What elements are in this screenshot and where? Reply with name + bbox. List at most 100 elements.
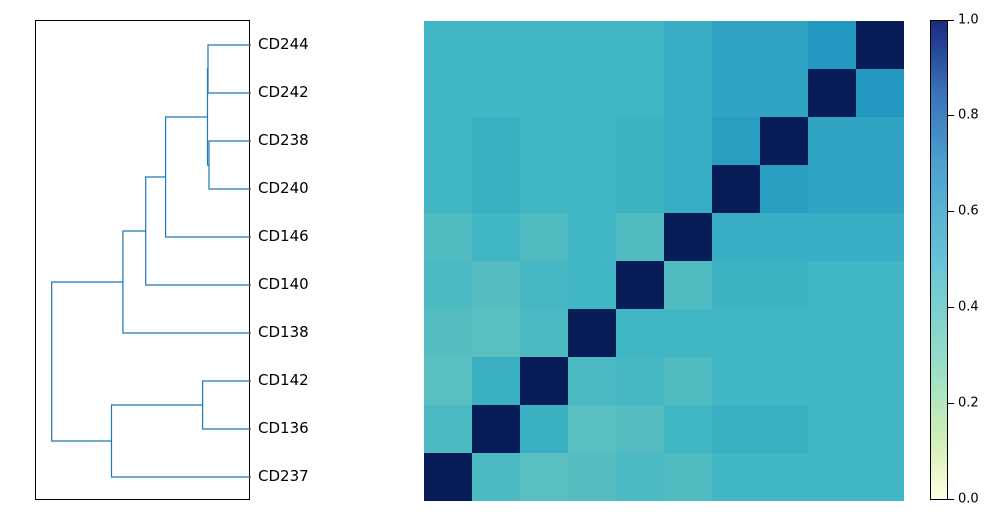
heatmap-cell	[712, 357, 760, 405]
heatmap-cell	[664, 309, 712, 357]
heatmap-cell	[424, 309, 472, 357]
heatmap-cell	[616, 453, 664, 501]
heatmap-cell	[616, 21, 664, 69]
heatmap-cell	[856, 21, 904, 69]
heatmap-cell	[520, 213, 568, 261]
heatmap-cell	[856, 117, 904, 165]
dendrogram-frame	[35, 20, 250, 500]
heatmap-cell	[808, 309, 856, 357]
heatmap-cell	[472, 165, 520, 213]
heatmap-cell	[760, 453, 808, 501]
heatmap-cell	[520, 21, 568, 69]
heatmap-cell	[424, 117, 472, 165]
heatmap-cell	[424, 21, 472, 69]
heatmap-cell	[424, 213, 472, 261]
heatmap-row	[424, 309, 902, 357]
heatmap-cell	[712, 69, 760, 117]
heatmap-cell	[712, 21, 760, 69]
colorbar-tick-label: 0.6	[958, 204, 979, 219]
heatmap-cell	[808, 165, 856, 213]
heatmap-cell	[712, 453, 760, 501]
heatmap-cell	[664, 405, 712, 453]
colorbar-tick	[948, 115, 954, 116]
heatmap-cell	[568, 21, 616, 69]
heatmap-cell	[472, 453, 520, 501]
heatmap-cell	[664, 117, 712, 165]
heatmap	[423, 20, 903, 500]
heatmap-cell	[808, 453, 856, 501]
colorbar-tick	[948, 20, 954, 21]
heatmap-cell	[472, 213, 520, 261]
heatmap-row	[424, 357, 902, 405]
heatmap-cell	[568, 213, 616, 261]
colorbar-tick	[948, 499, 954, 500]
colorbar-tick-label: 0.4	[958, 300, 979, 315]
heatmap-row	[424, 261, 902, 309]
dendrogram-tree	[36, 21, 251, 501]
heatmap-cell	[712, 165, 760, 213]
heatmap-cell	[472, 117, 520, 165]
colorbar-tick	[948, 307, 954, 308]
heatmap-cell	[856, 309, 904, 357]
heatmap-cell	[568, 453, 616, 501]
leaf-label: CD146	[258, 227, 309, 245]
heatmap-cell	[664, 213, 712, 261]
heatmap-cell	[712, 117, 760, 165]
heatmap-cell	[808, 117, 856, 165]
heatmap-cell	[760, 213, 808, 261]
heatmap-cell	[472, 69, 520, 117]
heatmap-cell	[712, 405, 760, 453]
heatmap-cell	[664, 165, 712, 213]
heatmap-cell	[808, 405, 856, 453]
heatmap-cell	[712, 261, 760, 309]
heatmap-row	[424, 21, 902, 69]
heatmap-cell	[760, 309, 808, 357]
leaf-label: CD240	[258, 179, 309, 197]
heatmap-cell	[616, 165, 664, 213]
heatmap-cell	[616, 357, 664, 405]
heatmap-cell	[520, 69, 568, 117]
heatmap-cell	[616, 309, 664, 357]
leaf-label: CD238	[258, 131, 309, 149]
heatmap-cell	[856, 213, 904, 261]
heatmap-cell	[712, 213, 760, 261]
heatmap-cell	[472, 261, 520, 309]
leaf-label: CD237	[258, 467, 309, 485]
heatmap-cell	[664, 357, 712, 405]
leaf-label: CD242	[258, 83, 309, 101]
heatmap-cell	[616, 405, 664, 453]
colorbar-tick-label: 0.2	[958, 396, 979, 411]
heatmap-cell	[760, 405, 808, 453]
heatmap-cell	[520, 165, 568, 213]
heatmap-cell	[616, 213, 664, 261]
heatmap-cell	[664, 453, 712, 501]
heatmap-cell	[760, 165, 808, 213]
heatmap-cell	[520, 357, 568, 405]
heatmap-cell	[472, 309, 520, 357]
colorbar-tick-label: 0.8	[958, 108, 979, 123]
heatmap-cell	[856, 405, 904, 453]
leaf-label: CD138	[258, 323, 309, 341]
heatmap-cell	[568, 309, 616, 357]
heatmap-cell	[856, 165, 904, 213]
heatmap-cell	[520, 117, 568, 165]
heatmap-cell	[568, 405, 616, 453]
heatmap-cell	[472, 405, 520, 453]
leaf-label: CD136	[258, 419, 309, 437]
heatmap-cell	[664, 69, 712, 117]
heatmap-cell	[568, 165, 616, 213]
heatmap-cell	[520, 405, 568, 453]
heatmap-cell	[808, 261, 856, 309]
heatmap-row	[424, 165, 902, 213]
heatmap-cell	[472, 21, 520, 69]
heatmap-cell	[424, 69, 472, 117]
heatmap-cell	[760, 261, 808, 309]
heatmap-row	[424, 69, 902, 117]
heatmap-cell	[616, 69, 664, 117]
heatmap-cell	[856, 357, 904, 405]
colorbar-tick	[948, 403, 954, 404]
heatmap-cell	[808, 357, 856, 405]
heatmap-cell	[760, 117, 808, 165]
heatmap-cell	[760, 21, 808, 69]
heatmap-cell	[424, 453, 472, 501]
